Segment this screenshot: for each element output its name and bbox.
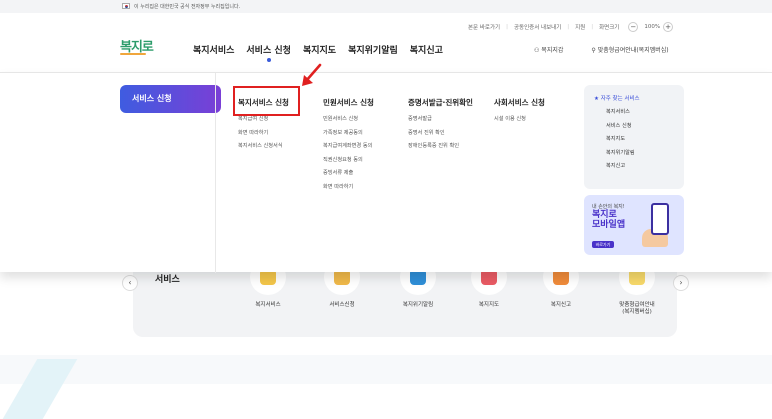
header-right-links: ⚇ 복지지갑 ⚲ 맞춤형급여안내(복지멤버십) (534, 45, 697, 54)
banner-subtitle: 내 손안의 복지! (592, 204, 625, 210)
favorite-link[interactable]: 복지신고 (594, 162, 684, 169)
menu-link[interactable]: 화면 따라하기 (238, 129, 289, 136)
menu-link[interactable]: 증명서발급 (408, 115, 473, 122)
menu-link[interactable]: 증명서 진위 확인 (408, 129, 473, 136)
service-item-label: 복지신고 (550, 302, 572, 308)
carousel-prev-button[interactable]: ‹ (122, 275, 138, 291)
menu-column: 증명서발급·진위확인 증명서발급 증명서 진위 확인 장애인등록증 진위 확인 (408, 97, 473, 156)
menu-link[interactable]: 직권신청요청 동의 (323, 156, 374, 163)
menu-column-head[interactable]: 사회서비스 신청 (494, 97, 545, 108)
custom-benefit-link[interactable]: ⚲ 맞춤형급여안내(복지멤버십) (591, 45, 682, 54)
custom-benefit-label: 맞춤형급여안내(복지멤버십) (597, 47, 669, 54)
mega-menu-panel: 서비스 신청 복지서비스 신청 복지급여 신청 화면 따라하기 복지서비스 신청… (0, 72, 772, 273)
menu-link[interactable]: 증빙서류 제출 (323, 169, 374, 176)
menu-link[interactable]: 민원서비스 신청 (323, 115, 374, 122)
welfare-wallet-label: 복지지갑 (541, 47, 564, 54)
menu-column-head[interactable]: 민원서비스 신청 (323, 97, 374, 108)
service-item-label: 복지위기알림 (402, 302, 434, 308)
menu-column: 사회서비스 신청 시설 이용 신청 (494, 97, 545, 129)
favorite-link[interactable]: 복지위기알림 (594, 149, 684, 156)
banner-title: 복지로 모바일앱 (592, 210, 626, 230)
service-section-title: 서비스 (155, 275, 180, 285)
carousel-next-button[interactable]: › (673, 275, 689, 291)
smartphone-icon (651, 203, 669, 235)
highlight-box (233, 86, 300, 116)
menu-column: 민원서비스 신청 민원서비스 신청 가족정보 제공동의 복지급여계좌변경 동의 … (323, 97, 374, 196)
menu-column-head[interactable]: 증명서발급·진위확인 (408, 97, 473, 108)
mega-menu-category-button[interactable]: 서비스 신청 (120, 85, 221, 113)
favorite-link[interactable]: 복지서비스 (594, 108, 684, 115)
korea-flag-icon (122, 3, 130, 9)
logo-underline (120, 53, 146, 55)
government-banner: 이 누리집은 대한민국 공식 전자정부 누리집입니다. (0, 0, 772, 13)
menu-link[interactable]: 복지서비스 신청서식 (238, 142, 289, 149)
red-arrow-icon (302, 63, 322, 86)
mobile-app-banner[interactable]: 내 손안의 복지! 복지로 모바일앱 바로가기 (584, 195, 684, 255)
menu-link[interactable]: 가족정보 제공동의 (323, 129, 374, 136)
service-item-label: 복지지도 (478, 302, 500, 308)
service-item-label: 복지서비스 (255, 302, 281, 308)
menu-link[interactable]: 복지급여계좌변경 동의 (323, 142, 374, 149)
menu-link[interactable]: 복지급여 신청 (238, 115, 289, 122)
nav-crisis-alert[interactable]: 복지위기알림 (348, 43, 398, 56)
government-banner-text: 이 누리집은 대한민국 공식 전자정부 누리집입니다. (134, 4, 241, 10)
service-item-label: 맞춤형급여안내 (복지멤버십) (619, 302, 655, 315)
favorite-services-title: ★ 자주 찾는 서비스 (594, 96, 640, 102)
favorite-link[interactable]: 서비스 신청 (594, 122, 684, 129)
nav-service-application[interactable]: 서비스 신청 (246, 43, 291, 62)
divider (215, 73, 216, 273)
nav-welfare-service[interactable]: 복지서비스 (193, 43, 234, 56)
menu-link[interactable]: 화면 따라하기 (323, 183, 374, 190)
menu-link[interactable]: 장애인등록증 진위 확인 (408, 142, 473, 149)
nav-welfare-report[interactable]: 복지신고 (410, 43, 443, 56)
banner-go-button[interactable]: 바로가기 (592, 241, 614, 248)
favorite-link[interactable]: 복지지도 (594, 135, 684, 142)
favorite-services-box: ★ 자주 찾는 서비스 복지서비스 서비스 신청 복지지도 복지위기알림 복지신… (584, 85, 684, 189)
site-logo[interactable]: 복지로 (120, 36, 154, 55)
service-item-label: 서비스신청 (329, 302, 355, 308)
welfare-wallet-link[interactable]: ⚇ 복지지갑 (534, 45, 577, 54)
nav-welfare-map[interactable]: 복지지도 (303, 43, 336, 56)
site-header: 복지로 복지서비스 서비스 신청 복지지도 복지위기알림 복지신고 ⚇ 복지지갑… (0, 30, 772, 72)
main-navigation: 복지서비스 서비스 신청 복지지도 복지위기알림 복지신고 (193, 43, 455, 62)
menu-link[interactable]: 시설 이용 신청 (494, 115, 545, 122)
favorite-services-title-text: 자주 찾는 서비스 (600, 96, 640, 102)
footer-decoration (0, 355, 772, 384)
